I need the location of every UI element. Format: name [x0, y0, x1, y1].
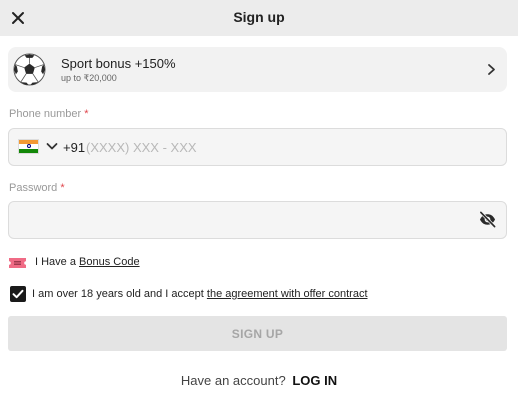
- required-mark: *: [84, 108, 89, 120]
- agreement-link[interactable]: the agreement with offer contract: [207, 288, 368, 300]
- header-bar: Sign up: [0, 0, 518, 36]
- phone-label-text: Phone number: [9, 108, 82, 120]
- sport-bonus-card[interactable]: Sport bonus +150% up to ₹20,000: [8, 47, 507, 92]
- phone-number-label: Phone number *: [9, 108, 89, 120]
- agreement-text: I am over 18 years old and I accept: [32, 288, 204, 300]
- password-label-text: Password: [9, 182, 58, 194]
- password-input[interactable]: [19, 208, 459, 232]
- bonus-code-link[interactable]: Bonus Code: [79, 256, 140, 268]
- chevron-right-icon: [488, 64, 495, 75]
- country-code-prefix: +91: [63, 140, 86, 155]
- eye-off-icon[interactable]: [478, 211, 497, 228]
- agreement-checkbox[interactable]: [10, 286, 26, 302]
- password-label: Password *: [9, 182, 65, 194]
- required-mark: *: [60, 182, 65, 194]
- phone-input[interactable]: [86, 135, 466, 159]
- have-account-text: Have an account?: [180, 373, 286, 388]
- bonus-code-row: I Have a Bonus Code: [35, 256, 140, 268]
- soccer-ball-icon: [13, 53, 46, 86]
- sign-up-button[interactable]: SIGN UP: [8, 316, 507, 351]
- ticket-icon: [9, 258, 26, 268]
- bonus-title: Sport bonus +150%: [61, 56, 176, 71]
- agreement-row: I am over 18 years old and I accept the …: [32, 288, 368, 300]
- phone-field: +91: [8, 128, 507, 166]
- bonus-subtitle: up to ₹20,000: [61, 73, 117, 83]
- log-in-link[interactable]: LOG IN: [292, 373, 337, 388]
- login-prompt: Have an account? LOG IN: [0, 373, 518, 388]
- bonus-code-prefix: I Have a: [35, 256, 76, 268]
- password-field: [8, 201, 507, 239]
- india-flag-icon[interactable]: [18, 139, 39, 154]
- page-title: Sign up: [233, 9, 285, 25]
- chevron-down-icon[interactable]: [46, 142, 58, 151]
- checkmark-icon: [12, 289, 24, 299]
